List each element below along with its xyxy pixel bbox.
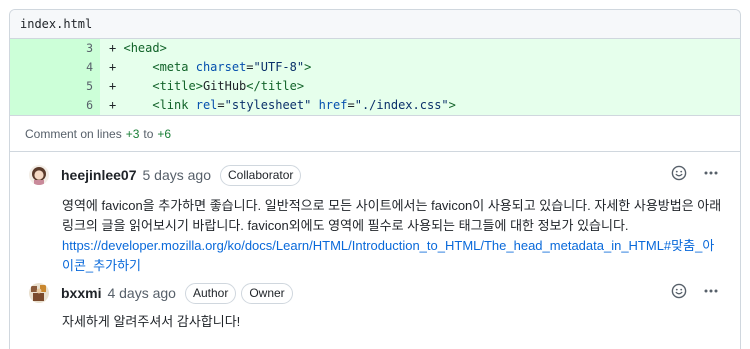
comment-author[interactable]: bxxmi	[61, 285, 101, 301]
collaborator-badge: Collaborator	[220, 164, 302, 186]
author-badge: Author	[184, 282, 237, 304]
code-token: </title>	[246, 79, 305, 93]
code-line: + <meta charset="UTF-8">	[100, 58, 311, 77]
avatar[interactable]	[29, 283, 49, 303]
kebab-horizontal-icon[interactable]	[702, 282, 720, 300]
code-token: "./index.css"	[354, 98, 449, 112]
code-token: charset	[195, 60, 247, 74]
avatar[interactable]	[29, 165, 49, 185]
comment-on-to: +6	[157, 126, 172, 141]
code-token: href	[318, 98, 348, 112]
code-token: =	[246, 60, 254, 74]
diff-line: 4 + <meta charset="UTF-8">	[10, 58, 740, 77]
comment: heejinlee07 5 days ago Collaborator 영역에 …	[10, 162, 740, 276]
line-number[interactable]: 4	[10, 58, 100, 77]
code-token: >	[304, 60, 312, 74]
code-token: GitHub	[202, 79, 247, 93]
code-line: + <head>	[100, 39, 167, 58]
line-number[interactable]: 5	[10, 77, 100, 96]
code-token: =	[347, 98, 355, 112]
comment-link[interactable]: https://developer.mozilla.org/ko/docs/Le…	[62, 238, 714, 273]
comment: bxxmi 4 days ago Author Owner 자세하게 알려주셔서…	[10, 280, 740, 332]
comment-on-lines: Comment on lines +3 to +6	[10, 115, 740, 152]
comment-actions	[670, 282, 720, 300]
comment-on-to-label: to	[143, 126, 154, 141]
diff-line: 3 + <head>	[10, 39, 740, 58]
comment-timestamp[interactable]: 5 days ago	[143, 167, 212, 183]
smiley-icon[interactable]	[670, 164, 688, 182]
comment-actions	[670, 164, 720, 182]
comment-body: 자세하게 알려주셔서 감사합니다!	[10, 312, 740, 332]
diff-line: 5 + <title>GitHub</title>	[10, 77, 740, 96]
code-token: <title>	[152, 79, 203, 93]
code-token: =	[217, 98, 225, 112]
owner-badge: Owner	[241, 282, 293, 304]
code-token: <meta	[152, 60, 196, 74]
code-token: "stylesheet"	[224, 98, 312, 112]
code-token: "UTF-8"	[253, 60, 305, 74]
comment-author[interactable]: heejinlee07	[61, 167, 137, 183]
line-number[interactable]: 3	[10, 39, 100, 58]
comment-timestamp[interactable]: 4 days ago	[107, 285, 176, 301]
code-token: <link	[152, 98, 196, 112]
file-name[interactable]: index.html	[20, 17, 92, 31]
comment-header: bxxmi 4 days ago Author Owner	[10, 280, 740, 306]
code-line: + <link rel="stylesheet" href="./index.c…	[100, 96, 456, 115]
review-thread-panel: index.html 3 + <head> 4 + <meta charset="UT…	[9, 9, 741, 349]
code-token: >	[448, 98, 456, 112]
comment-body: 영역에 favicon을 추가하면 좋습니다. 일반적으로 모든 사이트에서는 …	[10, 196, 740, 276]
comment-text: 영역에 favicon을 추가하면 좋습니다. 일반적으로 모든 사이트에서는 …	[62, 198, 722, 233]
code-line: + <title>GitHub</title>	[100, 77, 304, 96]
file-header: index.html	[10, 10, 740, 39]
code-token: rel	[195, 98, 218, 112]
kebab-horizontal-icon[interactable]	[702, 164, 720, 182]
diff-hunk: 3 + <head> 4 + <meta charset="UTF-8"> 5 + <ti…	[10, 39, 740, 115]
comment-header: heejinlee07 5 days ago Collaborator	[10, 162, 740, 188]
line-number[interactable]: 6	[10, 96, 100, 115]
comment-text: 자세하게 알려주셔서 감사합니다!	[62, 314, 241, 329]
smiley-icon[interactable]	[670, 282, 688, 300]
comment-on-from: +3	[125, 126, 140, 141]
diff-line: 6 + <link rel="stylesheet" href="./index.…	[10, 96, 740, 115]
comment-on-prefix: Comment on lines	[25, 126, 122, 141]
code-token: <head>	[123, 41, 167, 55]
